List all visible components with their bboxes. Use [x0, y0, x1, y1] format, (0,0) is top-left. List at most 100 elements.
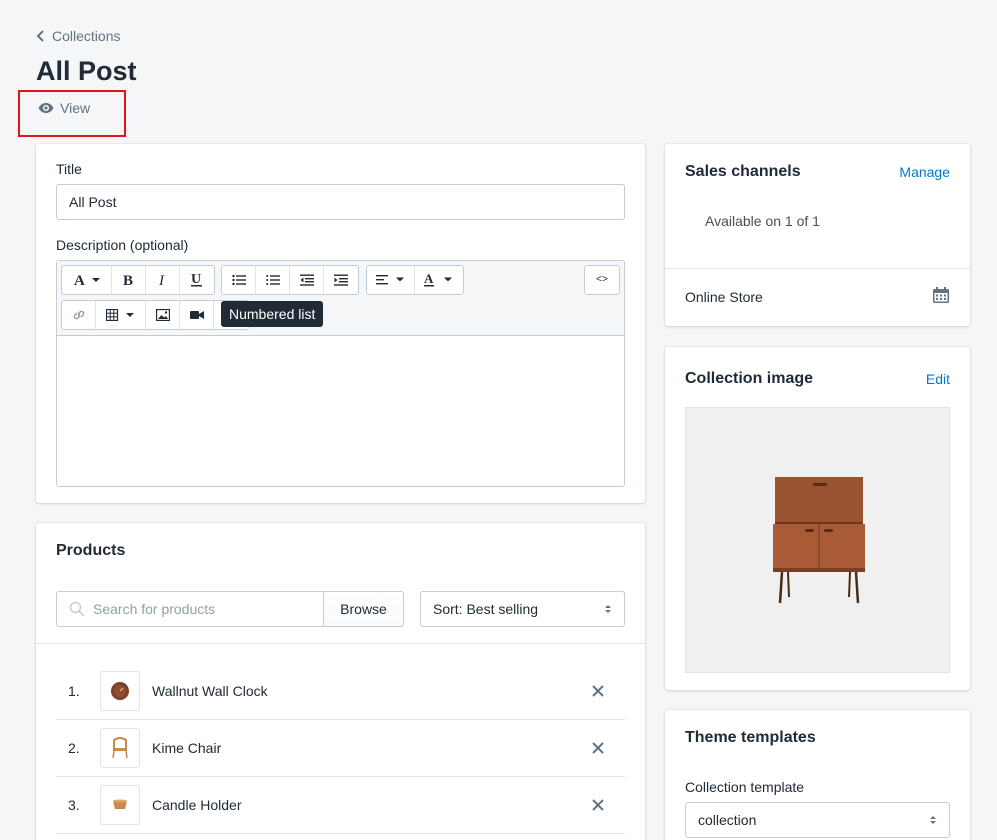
svg-text:A: A: [74, 273, 85, 287]
numbered-list-icon: [266, 275, 280, 285]
details-card: Title All Post Description (optional) A …: [36, 144, 645, 503]
description-label: Description (optional): [56, 237, 189, 253]
table-row[interactable]: 1. Wallnut Wall Clock: [56, 663, 625, 720]
bold-icon: B: [123, 273, 133, 287]
product-name: Candle Holder: [152, 797, 242, 813]
row-number: 1.: [68, 683, 80, 699]
sort-select[interactable]: Sort: Best selling: [420, 591, 625, 627]
svg-text:A: A: [424, 273, 434, 286]
text-color-icon: A: [424, 273, 452, 287]
close-icon: [592, 799, 604, 811]
channel-name: Online Store: [685, 289, 763, 305]
bold-button[interactable]: B: [112, 266, 146, 294]
divider: [36, 643, 645, 644]
numbered-list-button[interactable]: [256, 266, 290, 294]
product-name: Wallnut Wall Clock: [152, 683, 268, 699]
link-button[interactable]: [62, 301, 96, 329]
manage-link[interactable]: Manage: [899, 164, 950, 180]
align-color-group: A: [366, 265, 464, 295]
chair-image: [112, 737, 128, 759]
font-button[interactable]: A: [62, 266, 112, 294]
search-icon: [69, 601, 85, 617]
font-icon: A: [74, 273, 100, 287]
image-button[interactable]: [146, 301, 180, 329]
page-title: All Post: [36, 56, 137, 86]
table-row[interactable]: 2. Kime Chair: [56, 720, 625, 777]
svg-text:U: U: [191, 272, 201, 287]
svg-text:B: B: [123, 273, 133, 287]
product-thumbnail: [100, 671, 140, 711]
products-title: Products: [56, 542, 126, 559]
text-color-button[interactable]: A: [415, 266, 463, 294]
products-card: Products Search for products Browse Sort…: [36, 523, 645, 840]
indent-button[interactable]: [324, 266, 358, 294]
sales-channels-card: Sales channels Manage Available on 1 of …: [665, 144, 970, 326]
indent-icon: [334, 274, 348, 286]
collection-image-title: Collection image: [685, 370, 814, 387]
remove-button[interactable]: [583, 742, 613, 754]
search-field[interactable]: Search for products: [56, 591, 324, 627]
html-group: <>: [584, 265, 620, 295]
browse-button[interactable]: Browse: [323, 591, 404, 627]
row-number: 3.: [68, 797, 80, 813]
collection-image[interactable]: [685, 407, 950, 673]
breadcrumb[interactable]: Collections: [36, 28, 120, 44]
sales-channels-title: Sales channels: [685, 163, 801, 180]
candle-holder-image: [113, 799, 127, 809]
chevron-left-icon: [36, 30, 44, 42]
close-icon: [592, 685, 604, 697]
template-label: Collection template: [685, 779, 805, 795]
text-style-group: A B I U: [61, 265, 215, 295]
template-select[interactable]: collection: [685, 802, 950, 838]
title-input-value: All Post: [69, 194, 117, 210]
editor-toolbar: A B I U A <> Numbered list: [57, 261, 624, 336]
theme-templates-card: Theme templates Collection template coll…: [665, 710, 970, 840]
divider: [665, 268, 970, 269]
link-icon: [73, 310, 84, 320]
select-arrows-icon: [930, 816, 936, 824]
calendar-icon: [933, 287, 949, 303]
underline-button[interactable]: U: [180, 266, 214, 294]
outdent-icon: [299, 274, 314, 286]
template-value: collection: [698, 812, 757, 828]
schedule-button[interactable]: [932, 286, 950, 307]
wall-clock-image: [111, 682, 129, 700]
title-input[interactable]: All Post: [56, 184, 625, 220]
html-toggle-button[interactable]: <>: [585, 266, 619, 294]
video-icon: [189, 311, 204, 319]
product-thumbnail: [100, 728, 140, 768]
table-button[interactable]: [96, 301, 146, 329]
product-thumbnail: [100, 785, 140, 825]
bulleted-list-button[interactable]: [222, 266, 256, 294]
row-number: 2.: [68, 740, 80, 756]
align-button[interactable]: [367, 266, 415, 294]
editor-body[interactable]: [57, 336, 624, 486]
remove-button[interactable]: [583, 799, 613, 811]
align-icon: [375, 275, 404, 285]
edit-link[interactable]: Edit: [926, 371, 950, 387]
italic-icon: I: [158, 273, 165, 287]
video-button[interactable]: [180, 301, 214, 329]
title-label: Title: [56, 161, 82, 177]
outdent-button[interactable]: [290, 266, 324, 294]
image-icon: [155, 309, 170, 321]
bulleted-list-icon: [231, 274, 246, 286]
underline-icon: U: [191, 272, 202, 287]
cabinet-image: [772, 477, 865, 604]
svg-text:I: I: [158, 273, 165, 287]
collection-image-card: Collection image Edit: [665, 347, 970, 690]
browse-label: Browse: [340, 601, 387, 617]
sort-label: Sort: Best selling: [433, 601, 539, 617]
table-icon: [105, 309, 134, 321]
search-input: Search for products: [93, 601, 216, 617]
list-group: [221, 265, 359, 295]
italic-button[interactable]: I: [146, 266, 180, 294]
table-row[interactable]: 3. Candle Holder: [56, 777, 625, 834]
close-icon: [592, 742, 604, 754]
description-editor: A B I U A <> Numbered list: [56, 260, 625, 487]
select-arrows-icon: [605, 605, 611, 613]
tooltip: Numbered list: [221, 301, 324, 327]
html-icon: <>: [595, 274, 608, 286]
highlight-box: [18, 90, 126, 137]
remove-button[interactable]: [583, 685, 613, 697]
